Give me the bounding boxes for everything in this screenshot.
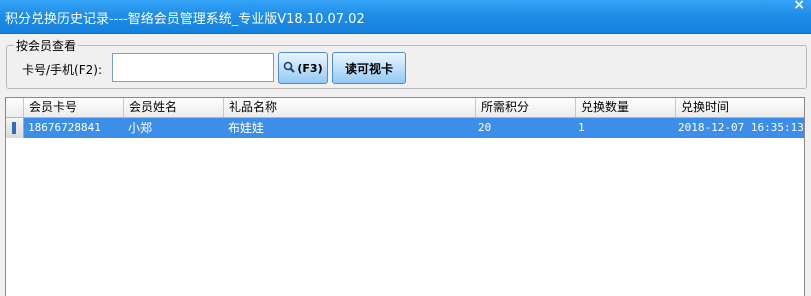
table-row[interactable]: 18676728841 小郑 布娃娃 20 1 2018-12-07 16:35… — [6, 118, 804, 138]
header-quantity[interactable]: 兑换数量 — [575, 98, 675, 117]
search-button[interactable]: (F3) — [278, 52, 328, 84]
cell-card-no: 18676728841 — [28, 121, 101, 134]
exchange-history-table: 会员卡号 会员姓名 礼品名称 所需积分 兑换数量 兑换时间 1867672884… — [5, 97, 805, 296]
search-button-label: (F3) — [297, 61, 323, 75]
cell-points: 20 — [478, 121, 492, 134]
row-indicator — [6, 118, 24, 138]
cell-member-name: 小郑 — [128, 121, 153, 135]
header-card-no[interactable]: 会员卡号 — [23, 98, 123, 117]
card-phone-input[interactable] — [112, 53, 274, 82]
header-points[interactable]: 所需积分 — [475, 98, 575, 117]
header-time[interactable]: 兑换时间 — [675, 98, 804, 117]
cell-gift-name: 布娃娃 — [228, 121, 265, 135]
search-icon — [283, 61, 297, 76]
window-title: 积分兑换历史记录----智络会员管理系统_专业版V18.10.07.02 — [5, 12, 365, 27]
group-title: 按会员查看 — [14, 37, 79, 54]
close-icon[interactable]: × — [793, 0, 805, 13]
cell-quantity: 1 — [578, 121, 585, 134]
header-gift-name[interactable]: 礼品名称 — [223, 98, 475, 117]
table-header: 会员卡号 会员姓名 礼品名称 所需积分 兑换数量 兑换时间 — [6, 98, 804, 118]
title-bar: 积分兑换历史记录----智络会员管理系统_专业版V18.10.07.02 × — [0, 0, 811, 34]
read-card-button[interactable]: 读可视卡 — [332, 52, 406, 84]
header-member-name[interactable]: 会员姓名 — [123, 98, 223, 117]
card-phone-label: 卡号/手机(F2): — [22, 63, 102, 77]
cell-time: 2018-12-07 16:35:13 — [678, 121, 804, 134]
